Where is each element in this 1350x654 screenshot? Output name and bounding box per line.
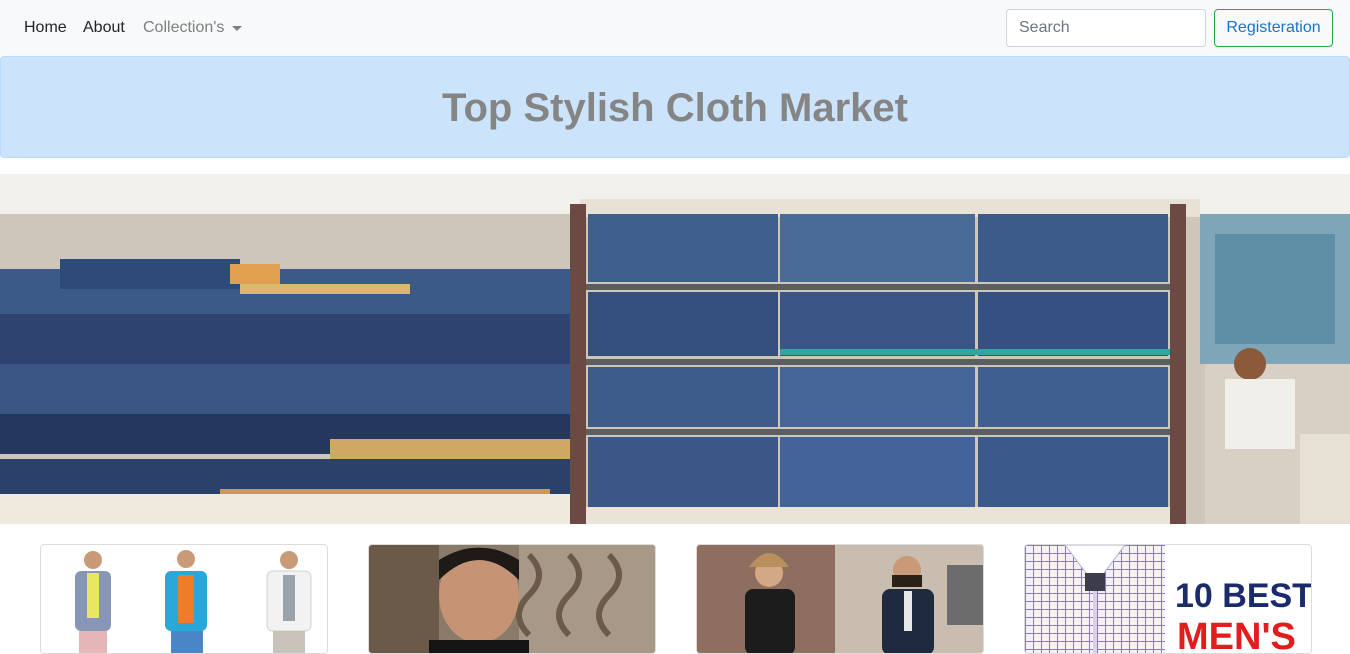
product-card-street-style[interactable] [696,544,984,654]
hero-image [0,174,1350,524]
man-portrait-photo [369,545,655,653]
product-card-portrait[interactable] [368,544,656,654]
navbar: Home About Collection's Registeration [0,0,1350,56]
registration-button[interactable]: Registeration [1214,9,1333,47]
product-card-casual[interactable] [40,544,328,654]
card-caption-line2: MEN'S [1177,616,1296,654]
search-input[interactable] [1006,9,1206,47]
product-card-shirts[interactable]: 10 BEST MEN'S [1024,544,1312,654]
chevron-down-icon[interactable] [232,26,242,31]
jeans-store-shelves-photo [0,174,1350,524]
page-title: Top Stylish Cloth Market [442,86,908,130]
men-street-style-photo [697,545,983,653]
nav-home-link[interactable]: Home [24,18,67,38]
men-casual-outfits-photo [41,545,327,653]
nav-about-link[interactable]: About [83,18,125,38]
card-caption-line1: 10 BEST [1175,577,1312,615]
nav-collections-dropdown[interactable]: Collection's [143,18,224,38]
checked-shirt-photo: 10 BEST MEN'S [1025,545,1312,654]
header-banner: Top Stylish Cloth Market [0,56,1350,158]
